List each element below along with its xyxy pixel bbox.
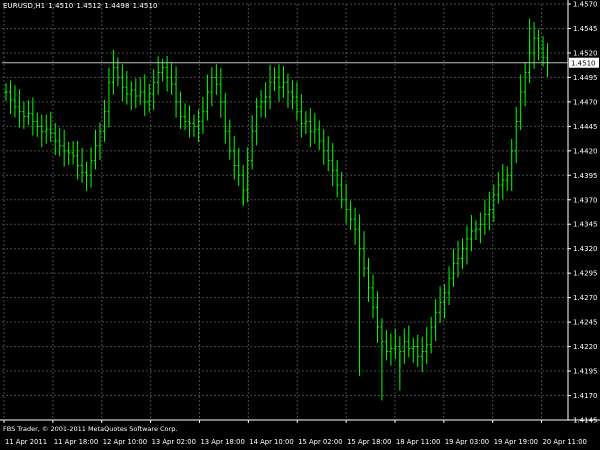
y-tick-label: 1.4220 <box>573 343 598 351</box>
y-tick-label: 1.4470 <box>573 98 598 106</box>
close-price: 1.4510 <box>132 2 158 10</box>
x-tick-label: 18 Apr 11:00 <box>396 438 440 446</box>
x-tick-label: 19 Apr 03:00 <box>445 438 489 446</box>
price-chart[interactable]: 1.4570 1.4545 1.4520 1.4495 1.4470 1.4445 1.44… <box>0 0 600 450</box>
chart-window[interactable]: 1.4570 1.4545 1.4520 1.4495 1.4470 1.4445 1.44… <box>0 0 600 450</box>
x-tick-label: 11 Apr 2011 <box>5 438 47 446</box>
low-price: 1.4498 <box>104 2 130 10</box>
open-price: 1.4510 <box>48 2 74 10</box>
y-tick-label: 1.4545 <box>573 25 598 33</box>
symbol-label: EURUSD,H1 <box>3 2 46 10</box>
y-tick-label: 1.4170 <box>573 392 598 400</box>
x-tick-label: 15 Apr 18:00 <box>347 438 391 446</box>
high-price: 1.4512 <box>76 2 102 10</box>
y-tick-label: 1.4495 <box>573 74 598 82</box>
copyright-text: FBS Trader, © 2001-2011 MetaQuotes Softw… <box>3 425 178 433</box>
y-tick-label: 1.4520 <box>573 49 598 57</box>
y-tick-label: 1.4420 <box>573 147 598 155</box>
y-tick-label: 1.4345 <box>573 221 598 229</box>
x-tick-label: 13 Apr 18:00 <box>200 438 244 446</box>
y-tick-label: 1.4295 <box>573 270 598 278</box>
x-tick-label: 19 Apr 19:00 <box>494 438 538 446</box>
y-tick-label: 1.4370 <box>573 196 598 204</box>
y-tick-label: 1.4245 <box>573 319 598 327</box>
y-tick-label: 1.4195 <box>573 368 598 376</box>
y-tick-label: 1.4395 <box>573 172 598 180</box>
y-tick-label: 1.4445 <box>573 123 598 131</box>
chart-header: EURUSD,H1 1.4510 1.4512 1.4498 1.4510 <box>3 2 161 10</box>
y-tick-label: 1.4270 <box>573 294 598 302</box>
x-tick-label: 12 Apr 10:00 <box>103 438 147 446</box>
y-tick-label: 1.4570 <box>573 1 598 9</box>
y-tick-label: 1.4320 <box>573 245 598 253</box>
x-tick-label: 20 Apr 11:00 <box>543 438 587 446</box>
x-tick-label: 11 Apr 18:00 <box>54 438 98 446</box>
x-tick-label: 15 Apr 02:00 <box>298 438 342 446</box>
x-tick-label: 14 Apr 10:00 <box>249 438 293 446</box>
x-tick-label: 13 Apr 02:00 <box>152 438 196 446</box>
current-price-label: 1.4510 <box>571 60 596 68</box>
